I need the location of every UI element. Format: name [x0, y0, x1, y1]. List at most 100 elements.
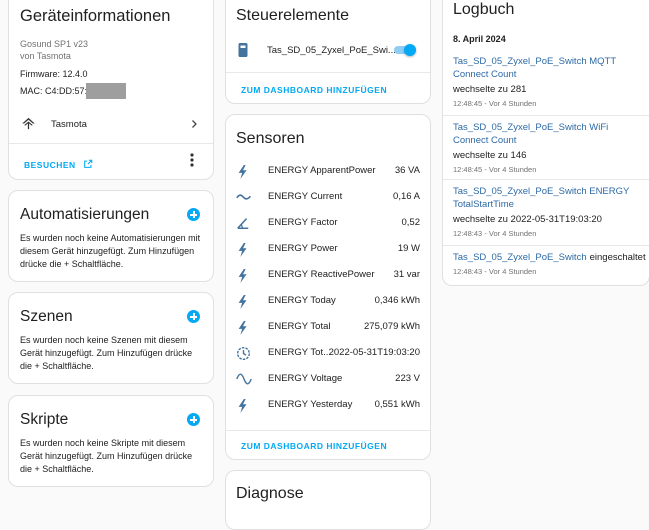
sensor-row[interactable]: ENERGY Voltage 223 V	[226, 367, 430, 393]
chevron-right-icon	[192, 120, 197, 128]
sensors-add-to-dashboard-button[interactable]: ZUM DASHBOARD HINZUFÜGEN	[241, 441, 387, 451]
logbook-card: Logbuch 8. April 2024 Tas_SD_05_Zyxel_Po…	[442, 0, 649, 286]
integration-name: Tasmota	[51, 119, 87, 130]
sensor-row[interactable]: ENERGY Factor 0,52	[226, 211, 430, 237]
sensor-name: ENERGY Current	[268, 191, 343, 202]
device-model: Gosund SP1 v23	[20, 39, 89, 49]
power-socket-icon	[238, 43, 248, 57]
logbook-entry: Tas_SD_05_Zyxel_PoE_Switch eingeschaltet 1…	[453, 251, 646, 278]
sensor-row[interactable]: ENERGY Total 275,079 kWh	[226, 315, 430, 341]
mac-address: MAC: C4:DD:57:	[20, 86, 88, 96]
scripts-card: Skripte Es wurden noch keine Skripte mit…	[8, 395, 214, 487]
sensor-row[interactable]: ENERGY ApparentPower 36 VA	[226, 159, 430, 185]
visit-link[interactable]: BESUCHEN	[24, 155, 93, 170]
add-script-button[interactable]	[187, 413, 200, 426]
controls-card: Steuerelemente Tas_SD_05_Zyxel_PoE_Swi..…	[225, 0, 431, 104]
sensor-row[interactable]: ENERGY Yesterday 0,551 kWh	[226, 393, 430, 419]
logbook-entry: Tas_SD_05_Zyxel_PoE_Switch WiFi Connect …	[453, 121, 639, 176]
current-ac-icon	[236, 190, 252, 206]
sensor-value: 223 V	[395, 373, 420, 384]
tasmota-icon	[22, 117, 35, 130]
logbook-entity-link[interactable]: Tas_SD_05_Zyxel_PoE_Switch WiFi Connect …	[453, 122, 608, 146]
add-scene-button[interactable]	[187, 310, 200, 323]
flash-icon	[236, 398, 252, 414]
logbook-message: wechselte zu 281	[453, 84, 527, 95]
sensor-row[interactable]: ENERGY Power 19 W	[226, 237, 430, 263]
logbook-time: 12:48:43 - Vor 4 Stunden	[453, 229, 537, 238]
sensor-name: ENERGY Today	[268, 295, 336, 306]
logbook-entity-link[interactable]: Tas_SD_05_Zyxel_PoE_Switch MQTT Connect …	[453, 56, 616, 80]
scenes-title: Szenen	[20, 308, 73, 325]
diagnostics-card: Diagnose	[225, 470, 431, 530]
sensor-value: 36 VA	[394, 165, 420, 176]
sensor-value: 0,52	[401, 217, 421, 228]
sensors-title: Sensoren	[236, 130, 305, 147]
add-automation-button[interactable]	[187, 208, 200, 221]
logbook-message: wechselte zu 2022-05-31T19:03:20	[453, 214, 602, 225]
sensor-row[interactable]: ENERGY Tot... 2022-05-31T19:03:20	[226, 341, 430, 367]
firmware-version: Firmware: 12.4.0	[20, 69, 88, 79]
sensor-name: ENERGY Tot...	[268, 347, 332, 358]
sensor-value: 0,16 A	[393, 191, 420, 202]
scenes-empty-text: Es wurden noch keine Szenen mit diesem G…	[20, 335, 193, 371]
flash-icon	[236, 164, 252, 180]
diagnostics-title: Diagnose	[236, 485, 304, 502]
sensor-name: ENERGY Power	[268, 243, 338, 254]
device-info-title: Geräteinformationen	[20, 7, 171, 25]
switch-toggle[interactable]	[394, 44, 416, 56]
sensor-row[interactable]: ENERGY Today 0,346 kWh	[226, 289, 430, 315]
controls-add-to-dashboard-button[interactable]: ZUM DASHBOARD HINZUFÜGEN	[241, 85, 387, 95]
controls-title: Steuerelemente	[236, 7, 349, 24]
sensor-name: ENERGY Voltage	[268, 373, 343, 384]
logbook-entity-link[interactable]: Tas_SD_05_Zyxel_PoE_Switch	[453, 252, 587, 263]
logbook-message: wechselte zu 146	[453, 150, 527, 161]
integration-row[interactable]: Tasmota	[9, 113, 213, 137]
automations-empty-text: Es wurden noch keine Automatisierungen m…	[20, 233, 201, 269]
logbook-divider	[443, 115, 649, 116]
flash-icon	[236, 268, 252, 284]
clock-icon	[236, 346, 252, 362]
more-vert-icon[interactable]	[189, 153, 195, 167]
automations-card: Automatisierungen Es wurden noch keine A…	[8, 190, 214, 282]
flash-icon	[236, 294, 252, 310]
sensor-name: ENERGY ReactivePower	[268, 269, 375, 280]
switch-row: Tas_SD_05_Zyxel_PoE_Swi...	[226, 39, 430, 63]
angle-icon	[236, 216, 252, 232]
sensors-divider	[226, 430, 430, 431]
logbook-date: 8. April 2024	[453, 34, 506, 44]
logbook-time: 12:48:45 - Vor 4 Stunden	[453, 165, 537, 174]
automations-title: Automatisierungen	[20, 206, 150, 223]
scripts-title: Skripte	[20, 411, 69, 428]
sensor-value: 31 var	[393, 269, 420, 280]
logbook-time: 12:48:45 - Vor 4 Stunden	[453, 99, 537, 108]
logbook-entry: Tas_SD_05_Zyxel_PoE_Switch ENERGY TotalS…	[453, 185, 639, 240]
sensor-value: 275,079 kWh	[364, 321, 420, 332]
logbook-divider	[443, 245, 649, 246]
sensor-name: ENERGY Yesterday	[268, 399, 353, 410]
open-in-new-icon	[84, 159, 93, 168]
logbook-entry: Tas_SD_05_Zyxel_PoE_Switch MQTT Connect …	[453, 55, 639, 110]
logbook-title: Logbuch	[453, 1, 515, 18]
logbook-divider	[443, 179, 649, 180]
controls-divider	[226, 72, 430, 73]
scripts-empty-text: Es wurden noch keine Skripte mit diesem …	[20, 438, 193, 474]
sine-wave-icon	[236, 372, 252, 388]
visit-label: BESUCHEN	[24, 160, 76, 170]
sensor-row[interactable]: ENERGY ReactivePower 31 var	[226, 263, 430, 289]
sensor-value: 2022-05-31T19:03:20	[328, 347, 420, 358]
device-info-divider	[9, 143, 213, 144]
sensor-name: ENERGY Factor	[268, 217, 338, 228]
flash-icon	[236, 242, 252, 258]
device-info-card: Geräteinformationen Gosund SP1 v23 von T…	[8, 0, 214, 180]
scenes-card: Szenen Es wurden noch keine Szenen mit d…	[8, 292, 214, 384]
sensor-name: ENERGY Total	[268, 321, 331, 332]
logbook-entity-link[interactable]: Tas_SD_05_Zyxel_PoE_Switch ENERGY TotalS…	[453, 186, 629, 210]
sensor-name: ENERGY ApparentPower	[268, 165, 376, 176]
mac-redaction	[86, 83, 126, 99]
sensor-value: 0,346 kWh	[374, 295, 420, 306]
switch-label: Tas_SD_05_Zyxel_PoE_Swi...	[267, 45, 396, 56]
device-manufacturer: von Tasmota	[20, 51, 71, 61]
flash-icon	[236, 320, 252, 336]
logbook-message: eingeschaltet	[589, 252, 646, 263]
sensor-row[interactable]: ENERGY Current 0,16 A	[226, 185, 430, 211]
